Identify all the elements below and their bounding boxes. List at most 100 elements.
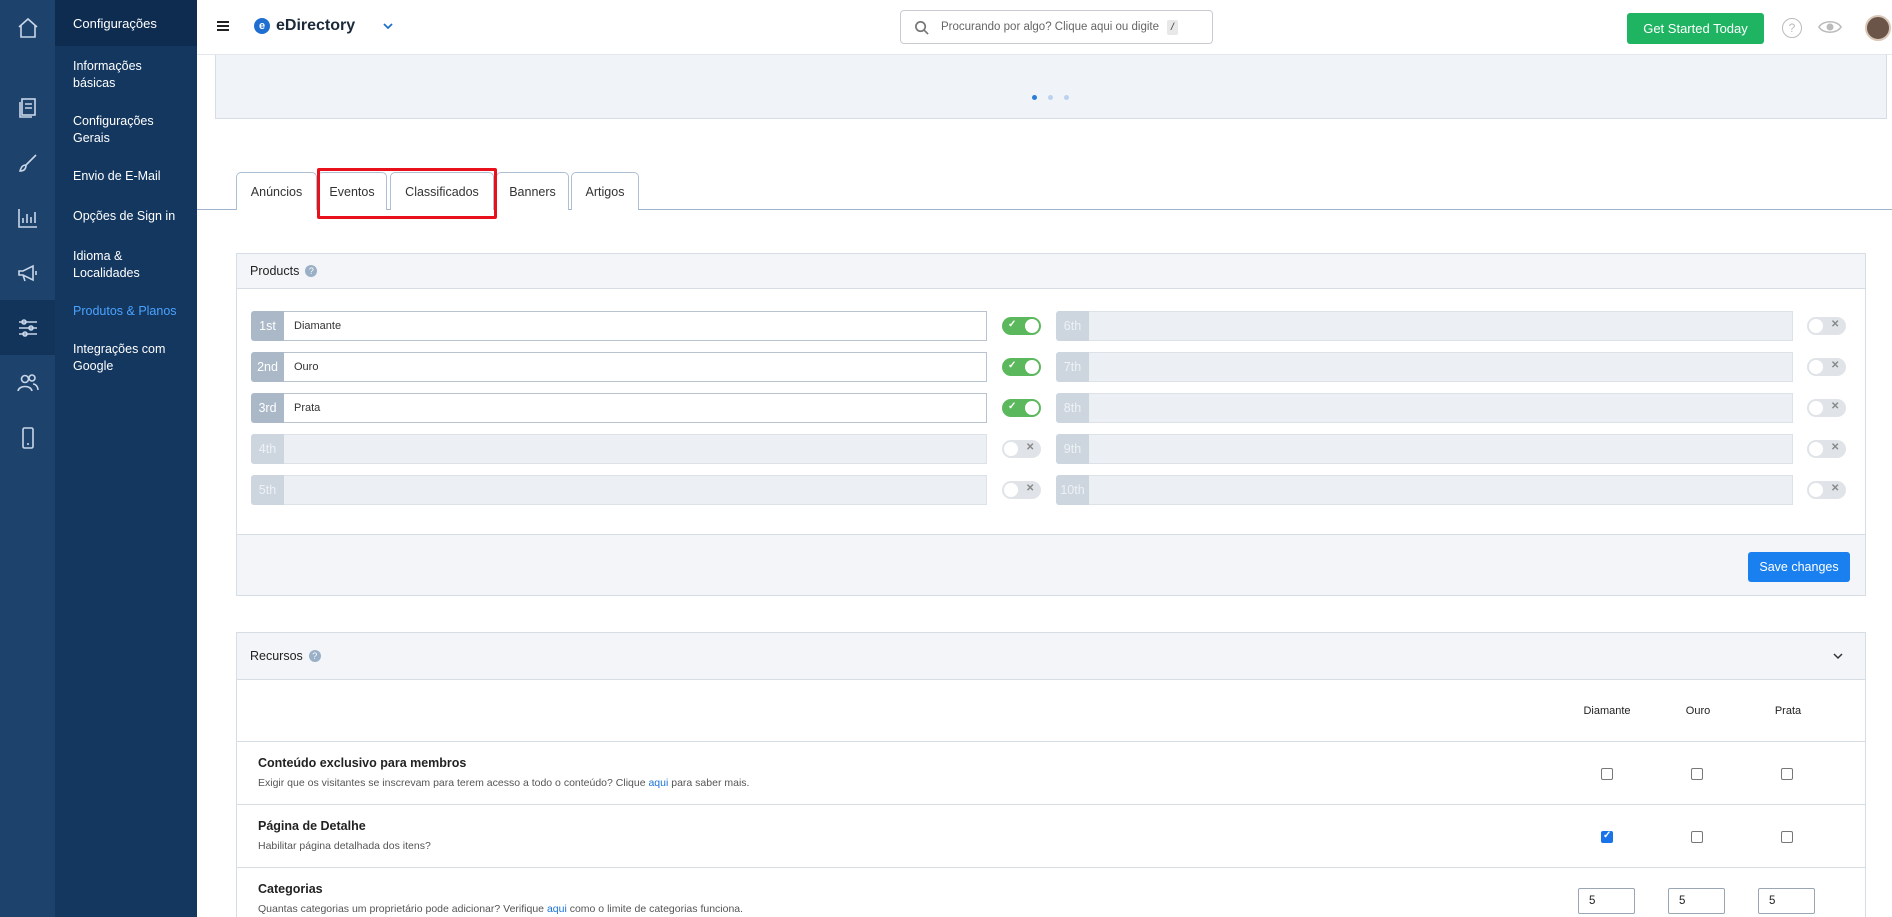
categories-limit-input[interactable]: 5 <box>1758 888 1815 914</box>
carousel-dot[interactable] <box>1064 95 1069 100</box>
products-footer: Save changes <box>237 534 1865 595</box>
product-toggle[interactable]: ✕ <box>1807 481 1846 499</box>
sidebar-item-informacoes[interactable]: Informações básicas <box>55 58 197 92</box>
product-row: 10th <box>1056 475 1793 505</box>
mobile-icon[interactable] <box>0 410 55 465</box>
product-name-input[interactable] <box>1089 475 1793 505</box>
menu-icon[interactable] <box>217 21 229 31</box>
question-icon[interactable]: ? <box>305 265 318 277</box>
product-rank: 8th <box>1056 393 1089 423</box>
products-header: Products ? <box>237 254 1865 289</box>
help-link[interactable]: aqui <box>648 777 668 789</box>
help-icon[interactable]: ? <box>1782 18 1802 38</box>
product-toggle[interactable]: ✕ <box>1002 440 1041 458</box>
product-row: 4th <box>251 434 987 464</box>
brush-icon[interactable] <box>0 135 55 190</box>
product-rank: 2nd <box>251 352 284 382</box>
product-name-input[interactable] <box>284 434 987 464</box>
feature-description: Exigir que os visitantes se inscrevam pa… <box>258 777 749 789</box>
product-rank: 3rd <box>251 393 284 423</box>
product-rank: 6th <box>1056 311 1089 341</box>
product-name-input[interactable] <box>1089 434 1793 464</box>
chart-icon[interactable] <box>0 190 55 245</box>
brand[interactable]: e eDirectory <box>254 17 393 35</box>
chevron-down-icon[interactable] <box>1833 652 1843 660</box>
column-header-ouro: Ouro <box>1685 705 1711 717</box>
product-name-input[interactable] <box>1089 311 1793 341</box>
brand-name: eDirectory <box>276 17 356 34</box>
question-icon[interactable]: ? <box>308 650 321 662</box>
product-toggle[interactable]: ✓ <box>1002 317 1041 335</box>
sidebar-item-produtos[interactable]: Produtos & Planos <box>55 303 197 320</box>
product-rank: 4th <box>251 434 284 464</box>
product-row: 3rd Prata <box>251 393 987 423</box>
brand-logo-icon: e <box>254 18 270 34</box>
top-bar: e eDirectory Procurando por algo? Clique… <box>197 0 1892 55</box>
product-rank: 9th <box>1056 434 1089 464</box>
carousel-dot[interactable] <box>1032 95 1037 100</box>
product-name-input[interactable]: Diamante <box>284 311 987 341</box>
carousel-dot[interactable] <box>1048 95 1053 100</box>
sidebar-header: Configurações <box>55 0 197 46</box>
get-started-button[interactable]: Get Started Today <box>1627 13 1764 44</box>
product-toggle[interactable]: ✕ <box>1002 481 1041 499</box>
sidebar-item-google[interactable]: Integrações com Google <box>55 341 197 375</box>
product-toggle[interactable]: ✓ <box>1002 358 1041 376</box>
sidebar-item-idioma[interactable]: Idioma & Localidades <box>55 248 197 282</box>
product-row: 5th <box>251 475 987 505</box>
product-name-input[interactable] <box>284 475 987 505</box>
checkbox-ouro[interactable] <box>1691 768 1703 780</box>
product-name-input[interactable]: Prata <box>284 393 987 423</box>
sliders-icon[interactable] <box>0 300 55 355</box>
chevron-down-icon[interactable] <box>383 21 393 31</box>
product-toggle[interactable]: ✕ <box>1807 399 1846 417</box>
tab-artigos[interactable]: Artigos <box>571 172 639 210</box>
features-header[interactable]: Recursos ? <box>237 633 1865 680</box>
product-name-input[interactable] <box>1089 352 1793 382</box>
product-toggle[interactable]: ✕ <box>1807 317 1846 335</box>
megaphone-icon[interactable] <box>0 245 55 300</box>
pages-icon[interactable] <box>0 80 55 135</box>
app-root: Configurações Informações básicas Config… <box>0 0 1892 917</box>
product-toggle[interactable]: ✕ <box>1807 440 1846 458</box>
sidebar-item-sign-in[interactable]: Opções de Sign in <box>55 208 197 225</box>
tab-banners[interactable]: Banners <box>496 172 569 210</box>
product-name-input[interactable]: Ouro <box>284 352 987 382</box>
users-icon[interactable] <box>0 355 55 410</box>
categories-limit-input[interactable]: 5 <box>1578 888 1635 914</box>
feature-description: Quantas categorias um proprietário pode … <box>258 903 743 915</box>
sidebar-item-envio-email[interactable]: Envio de E-Mail <box>55 168 197 185</box>
product-rank: 5th <box>251 475 284 505</box>
product-name-input[interactable] <box>1089 393 1793 423</box>
column-header-prata: Prata <box>1774 705 1802 717</box>
feature-row: Categorias Quantas categorias um proprie… <box>236 867 1866 917</box>
categories-limit-input[interactable]: 5 <box>1668 888 1725 914</box>
search-shortcut-key: / <box>1167 19 1178 35</box>
search-icon <box>915 20 929 35</box>
feature-desc-text: como o limite de categorias funciona. <box>566 903 744 915</box>
feature-title: Categorias <box>258 882 323 896</box>
checkbox-diamante[interactable] <box>1601 830 1613 843</box>
checkbox-prata[interactable] <box>1781 768 1793 780</box>
save-changes-button[interactable]: Save changes <box>1748 552 1850 582</box>
search-input[interactable]: Procurando por algo? Clique aqui ou digi… <box>900 10 1213 44</box>
avatar[interactable] <box>1865 15 1891 41</box>
checkbox-ouro[interactable] <box>1691 831 1703 843</box>
checkbox-diamante[interactable] <box>1601 768 1613 780</box>
feature-row: Conteúdo exclusivo para membros Exigir q… <box>236 741 1866 804</box>
carousel-banner <box>215 55 1887 119</box>
feature-desc-text: para saber mais. <box>668 777 750 789</box>
product-toggle[interactable]: ✕ <box>1807 358 1846 376</box>
help-link[interactable]: aqui <box>547 903 567 915</box>
checkbox-prata[interactable] <box>1781 831 1793 843</box>
tab-anuncios[interactable]: Anúncios <box>236 172 317 210</box>
highlight-box <box>317 168 497 219</box>
sidebar-item-configuracoes-gerais[interactable]: Configurações Gerais <box>55 113 197 147</box>
product-rank: 10th <box>1056 475 1089 505</box>
product-toggle[interactable]: ✓ <box>1002 399 1041 417</box>
product-row: 7th <box>1056 352 1793 382</box>
column-header-diamante: Diamante <box>1583 705 1631 717</box>
icon-rail <box>0 0 55 917</box>
eye-icon[interactable] <box>1818 18 1842 36</box>
home-icon[interactable] <box>0 0 55 55</box>
